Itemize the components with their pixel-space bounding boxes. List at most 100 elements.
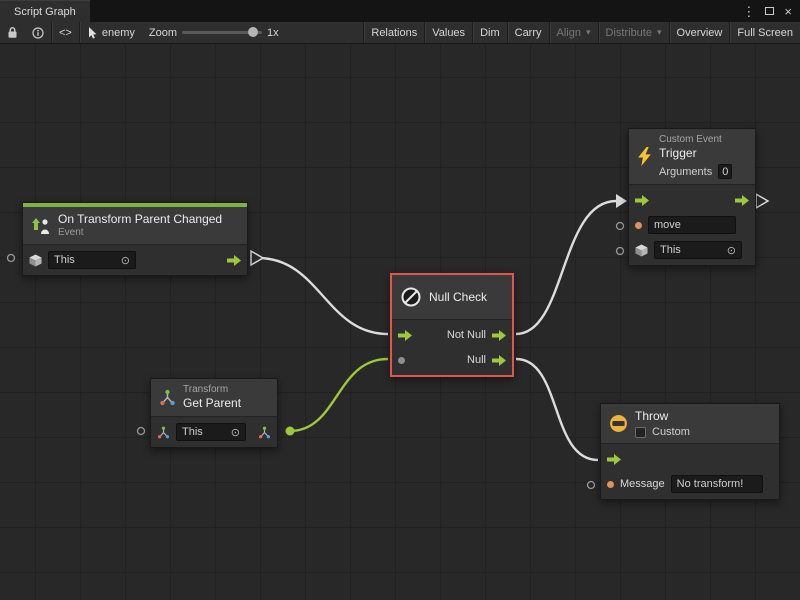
trigger-this-port[interactable] [617,248,624,255]
this-dropdown[interactable]: This ⊙ [48,251,136,269]
target-icon: ⊙ [727,244,736,257]
getparent-output-port[interactable] [286,427,295,436]
null-out-arrow-icon[interactable] [492,355,506,366]
event-name-value: move [654,219,681,231]
node-body: Message No transform! [601,444,779,499]
transform-parent-changed-icon [31,217,51,235]
overview-button[interactable]: Overview [670,22,730,43]
wire-getparent-to-nullcheck[interactable] [290,359,388,431]
node-titles: Custom Event Trigger Arguments 0 [659,134,732,179]
event-this-port[interactable] [8,255,15,262]
trigger-flow-in-arrowhead[interactable] [616,194,627,208]
tab-script-graph[interactable]: Script Graph [0,0,90,22]
node-header[interactable]: Custom Event Trigger Arguments 0 [629,129,755,185]
node-category: Transform [183,384,241,396]
dim-button[interactable]: Dim [473,22,507,43]
target-icon: ⊙ [121,254,130,267]
event-flow-out-port[interactable] [251,251,263,265]
lock-icon [7,26,18,39]
string-port-icon[interactable] [607,481,614,488]
transform-in-icon[interactable] [157,426,170,439]
custom-row: Custom [635,426,690,438]
relations-button[interactable]: Relations [364,22,424,43]
arguments-label: Arguments [659,166,712,178]
lock-button[interactable] [0,22,25,43]
node-title: Get Parent [183,396,241,411]
node-title: On Transform Parent Changed [58,212,222,227]
code-view-button[interactable]: <> [52,22,79,43]
dim-label: Dim [480,27,500,39]
custom-checkbox[interactable] [635,427,646,438]
wire-notnull-to-trigger[interactable] [516,201,616,334]
custom-event-icon [637,147,652,166]
node-header[interactable]: Throw Custom [601,404,779,444]
trigger-flow-out-port[interactable] [756,194,768,208]
maximize-icon[interactable] [765,7,774,15]
value-in-port-icon[interactable] [398,357,405,364]
zoom-value: 1x [267,27,279,39]
info-button[interactable] [25,22,51,43]
distribute-label: Distribute [606,27,652,39]
not-null-out-arrow-icon[interactable] [492,330,506,341]
node-header[interactable]: Transform Get Parent [151,379,277,417]
flow-in-arrow-icon[interactable] [607,454,621,465]
node-trigger-custom-event[interactable]: Custom Event Trigger Arguments 0 [628,128,756,266]
carry-button[interactable]: Carry [508,22,549,43]
tab-label: Script Graph [14,6,76,18]
window-controls: ⋮ × [742,0,800,22]
node-get-parent[interactable]: Transform Get Parent [150,378,278,448]
this-dropdown[interactable]: This ⊙ [176,423,246,441]
node-null-check[interactable]: Null Check Not Null Null [390,273,514,377]
flow-in-arrow-icon[interactable] [398,330,412,341]
transform-out-icon[interactable] [258,426,271,439]
info-icon [32,27,44,39]
string-port-icon[interactable] [635,222,642,229]
graph-breadcrumb[interactable]: enemy [80,22,142,43]
zoom-slider[interactable] [182,31,262,34]
node-titles: Transform Get Parent [183,384,241,411]
getparent-this-port[interactable] [138,428,145,435]
node-header[interactable]: On Transform Parent Changed Event [23,207,247,245]
arguments-count-field[interactable]: 0 [718,164,732,179]
throw-exception-icon [609,414,628,433]
code-icon: <> [59,27,72,39]
throw-message-port[interactable] [588,482,595,489]
message-field[interactable]: No transform! [671,475,763,493]
trigger-name-port[interactable] [617,223,624,230]
zoom-slider-knob[interactable] [248,27,258,37]
menu-icon[interactable]: ⋮ [742,5,755,18]
cursor-icon [87,27,97,39]
wire-null-to-throw[interactable] [516,359,598,460]
wire-event-to-nullcheck[interactable] [258,258,388,334]
node-body: move This ⊙ [629,185,755,265]
null-label: Null [467,354,486,366]
close-icon[interactable]: × [784,5,792,18]
values-label: Values [432,27,465,39]
this-row: This ⊙ [157,421,271,443]
graph-canvas[interactable]: On Transform Parent Changed Event This [0,44,800,600]
values-button[interactable]: Values [425,22,472,43]
zoom-label: Zoom [149,27,177,39]
arguments-row: Arguments 0 [659,164,732,179]
node-throw[interactable]: Throw Custom Message No [600,403,780,500]
graph-name-label: enemy [102,27,135,39]
zoom-control: Zoom 1x [142,22,286,43]
node-header[interactable]: Null Check [392,275,512,320]
node-body: Not Null Null [392,320,512,375]
node-subtitle: Event [58,227,222,239]
node-on-transform-parent-changed[interactable]: On Transform Parent Changed Event This [22,202,248,276]
event-name-field[interactable]: move [648,216,736,234]
node-title: Null Check [429,290,487,305]
this-dropdown[interactable]: This ⊙ [654,241,742,259]
this-value: This [182,426,203,438]
node-titles: Throw Custom [635,409,690,438]
align-dropdown[interactable]: Align ▾ [550,22,598,43]
flow-out-arrow-icon[interactable] [227,255,241,266]
fullscreen-button[interactable]: Full Screen [730,22,800,43]
align-label: Align [557,27,581,39]
custom-label: Custom [652,426,690,438]
flow-out-arrow-icon[interactable] [735,195,749,206]
flow-in-arrow-icon[interactable] [635,195,649,206]
distribute-dropdown[interactable]: Distribute ▾ [599,22,669,43]
relations-label: Relations [371,27,417,39]
